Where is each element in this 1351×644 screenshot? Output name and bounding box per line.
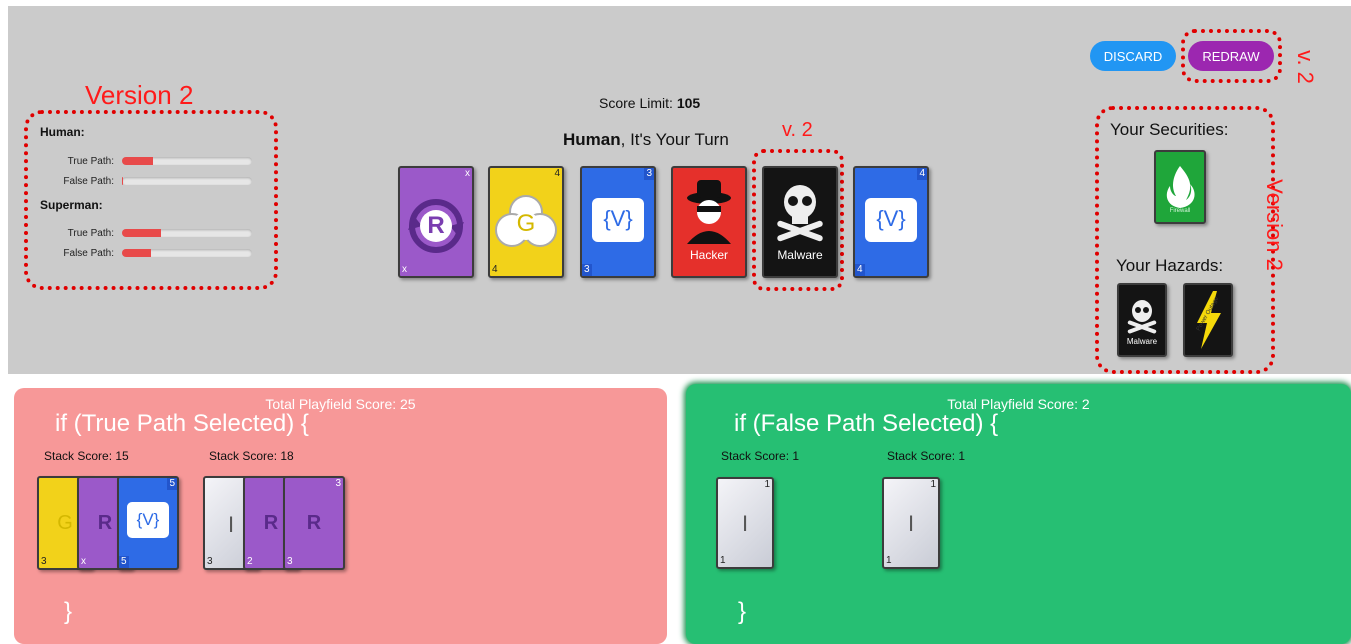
- player-name-superman: Superman:: [40, 198, 103, 212]
- card-value: 4: [492, 264, 498, 275]
- card-value: 3: [644, 168, 654, 180]
- score-limit-label: Score Limit:: [599, 95, 673, 111]
- card-value: 3: [41, 556, 47, 567]
- stack-score: Stack Score: 1: [887, 449, 966, 463]
- skull-icon: [1127, 300, 1157, 334]
- discard-button[interactable]: DISCARD: [1090, 41, 1176, 71]
- card-symbol: {V}: [876, 206, 906, 231]
- card-value: x: [81, 556, 86, 567]
- card-value: 3: [335, 478, 341, 489]
- card-value: x: [465, 168, 470, 179]
- false-playfield: Total Playfield Score: 2 if (False Path …: [686, 384, 1351, 644]
- true-path-label: True Path:: [67, 156, 114, 167]
- card-symbol: I: [907, 511, 915, 536]
- card-value: 4: [917, 168, 927, 180]
- security-card-firewall[interactable]: Firewall: [1154, 150, 1206, 224]
- false-close-brace: }: [738, 598, 747, 625]
- annotation-version2-players: Version 2: [85, 80, 194, 110]
- false-path-label: False Path:: [63, 176, 114, 187]
- false-path-bar: [122, 177, 252, 185]
- annotation-box-redraw: [1181, 29, 1282, 83]
- annotation-v2-redraw: v. 2: [1292, 50, 1318, 84]
- false-path-label: False Path:: [63, 248, 114, 259]
- card-symbol: {V}: [136, 510, 160, 529]
- card-value: 4: [554, 168, 560, 179]
- skull-icon: [777, 185, 823, 242]
- card-symbol: {V}: [603, 206, 633, 231]
- card-value: 4: [855, 264, 865, 276]
- card-value: 1: [886, 555, 892, 566]
- card-symbol: G: [516, 210, 536, 237]
- annotation-version2-side: Version 2: [1261, 179, 1287, 271]
- score-limit-value: 105: [676, 95, 701, 111]
- card-symbol: Malware: [1126, 337, 1158, 346]
- true-path-fill: [122, 157, 154, 165]
- false-condition: if (False Path Selected) {: [734, 410, 999, 437]
- stack-score: Stack Score: 18: [209, 449, 294, 463]
- true-close-brace: }: [64, 598, 73, 625]
- stack-card[interactable]: I 1 1: [716, 477, 774, 569]
- hand-card-rotate[interactable]: R x x: [398, 166, 474, 278]
- true-path-bar: [122, 157, 252, 165]
- true-playfield: Total Playfield Score: 25 if (True Path …: [14, 388, 667, 644]
- card-value: 1: [764, 479, 770, 490]
- card-value: 2: [247, 556, 253, 567]
- hand-card-variable[interactable]: {V} 4 4: [853, 166, 929, 278]
- card-symbol: Hacker: [689, 248, 728, 262]
- hazards-label: Your Hazards:: [1116, 256, 1224, 275]
- true-path-bar: [122, 229, 252, 237]
- card-value: x: [402, 264, 407, 275]
- card-value: 3: [582, 264, 592, 276]
- securities-label: Your Securities:: [1110, 120, 1229, 139]
- true-condition: if (True Path Selected) {: [55, 410, 309, 437]
- stack-card[interactable]: {V} 5 5: [117, 476, 179, 570]
- card-symbol: Malware: [777, 248, 823, 262]
- true-path-label: True Path:: [67, 228, 114, 239]
- card-value: 3: [207, 556, 213, 567]
- true-path-fill: [122, 229, 161, 237]
- card-symbol: R: [427, 212, 445, 239]
- annotation-v2-malware: v. 2: [782, 119, 813, 141]
- card-value: 3: [287, 556, 293, 567]
- turn-player-name: Human: [563, 130, 621, 149]
- hacker-icon: [687, 180, 731, 244]
- card-symbol: Firewall: [1169, 208, 1191, 214]
- card-value: 1: [930, 479, 936, 490]
- stack-card[interactable]: R 3 3: [283, 476, 345, 570]
- hazard-card-power-outage[interactable]: Power Outage: [1183, 283, 1233, 357]
- card-symbol: R: [306, 512, 322, 534]
- stack-score: Stack Score: 15: [44, 449, 129, 463]
- stack-score: Stack Score: 1: [721, 449, 800, 463]
- turn-text: , It's Your Turn: [620, 130, 729, 149]
- card-value: 5: [167, 478, 177, 490]
- card-symbol: I: [741, 511, 749, 536]
- game-stage: Version 2 Human: True Path: False Path: …: [0, 0, 1351, 644]
- stack-card[interactable]: I 1 1: [882, 477, 940, 569]
- false-path-bar: [122, 249, 252, 257]
- score-limit: Score Limit: 105: [599, 95, 700, 111]
- turn-indicator: Human, It's Your Turn: [563, 130, 729, 150]
- hazard-card-malware[interactable]: Malware: [1117, 283, 1167, 357]
- card-value: 1: [720, 555, 726, 566]
- false-path-fill: [122, 249, 151, 257]
- false-path-fill: [122, 177, 124, 185]
- hand-card-malware[interactable]: Malware: [762, 166, 838, 278]
- hand-card-hacker[interactable]: Hacker: [671, 166, 747, 278]
- player-name-human: Human:: [40, 125, 85, 139]
- lightning-icon: [1197, 291, 1221, 349]
- hand-card-variable[interactable]: {V} 3 3: [580, 166, 656, 278]
- hand-card-gear[interactable]: G 4 4: [488, 166, 564, 278]
- card-value: 5: [119, 556, 129, 568]
